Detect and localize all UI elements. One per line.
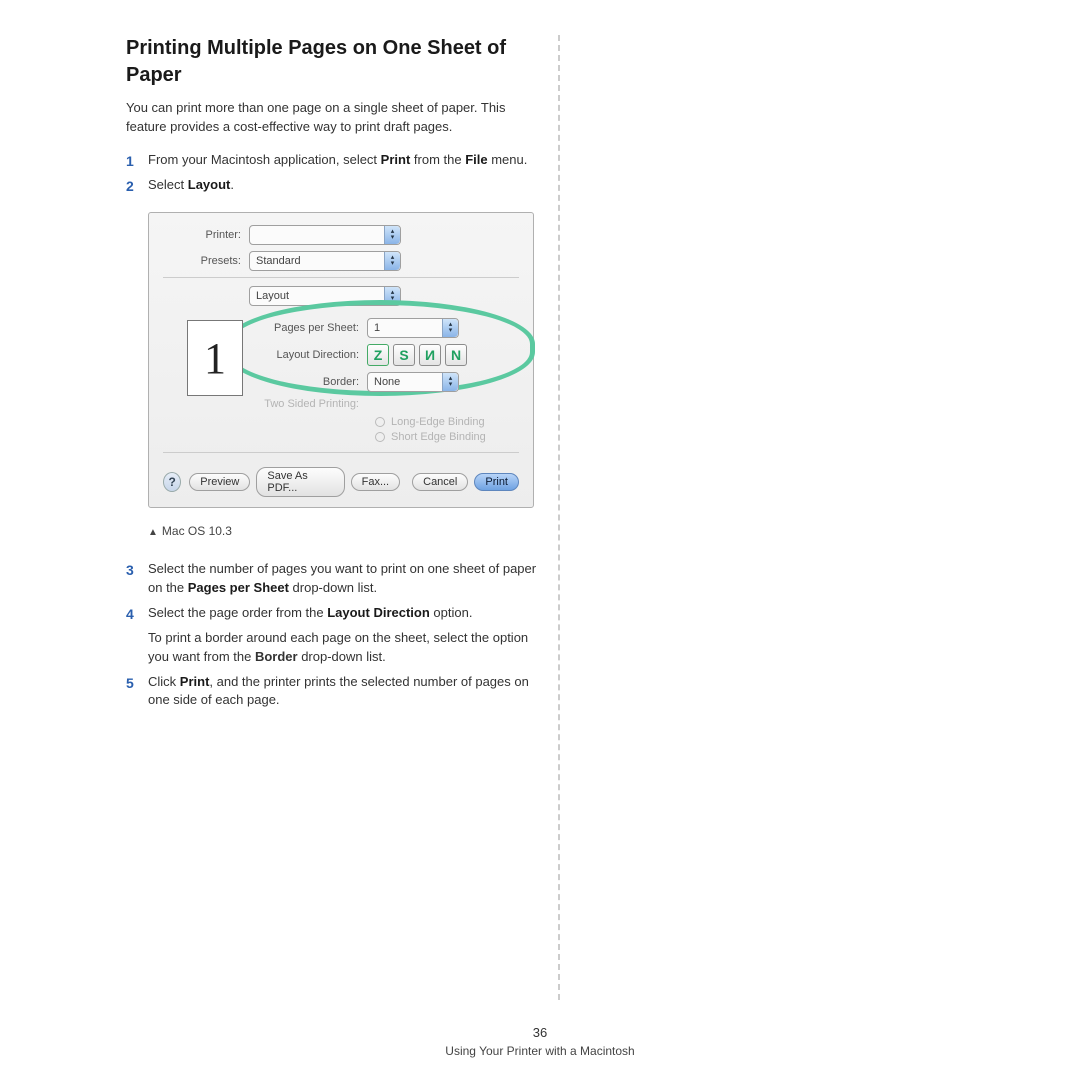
steps-list: 1 From your Macintosh application, selec…: [126, 151, 544, 195]
step-text: Click Print, and the printer prints the …: [148, 674, 529, 708]
triangle-icon: ▲: [148, 527, 158, 538]
layout-direction-label: Layout Direction:: [257, 349, 367, 361]
section-value: Layout: [256, 290, 289, 302]
section-select[interactable]: Layout ▴▾: [249, 286, 401, 306]
two-sided-label: Two Sided Printing:: [257, 398, 367, 410]
print-button[interactable]: Print: [474, 473, 519, 491]
footer-text: Using Your Printer with a Macintosh: [0, 1044, 1080, 1058]
stepper-icon: ▴▾: [442, 373, 458, 391]
step-number: 2: [126, 176, 134, 196]
pages-per-sheet-value: 1: [374, 322, 380, 334]
printer-select[interactable]: ▴▾: [249, 225, 401, 245]
step-text: Select the number of pages you want to p…: [148, 561, 536, 595]
step-4: 4 Select the page order from the Layout …: [126, 604, 544, 667]
step-number: 4: [126, 604, 134, 624]
stepper-icon: ▴▾: [384, 226, 400, 244]
page-footer: 36 Using Your Printer with a Macintosh: [0, 1025, 1080, 1058]
step-3: 3 Select the number of pages you want to…: [126, 560, 544, 598]
radio-long-edge: Long-Edge Binding: [375, 416, 519, 428]
steps-list-continued: 3 Select the number of pages you want to…: [126, 560, 544, 710]
step-2: 2 Select Layout.: [126, 176, 544, 195]
stepper-icon: ▴▾: [384, 252, 400, 270]
radio-icon: [375, 432, 385, 442]
screenshot-caption: ▲Mac OS 10.3: [148, 524, 544, 538]
step-1: 1 From your Macintosh application, selec…: [126, 151, 544, 170]
fax-button[interactable]: Fax...: [351, 473, 401, 491]
stepper-icon: ▴▾: [384, 287, 400, 305]
page-number: 36: [0, 1025, 1080, 1040]
presets-select[interactable]: Standard ▴▾: [249, 251, 401, 271]
print-dialog-screenshot: Printer: ▴▾ Presets: Standard ▴▾ Layout …: [148, 212, 534, 508]
pages-per-sheet-select[interactable]: 1 ▴▾: [367, 318, 459, 338]
help-icon[interactable]: ?: [163, 472, 181, 492]
page-title: Printing Multiple Pages on One Sheet of …: [126, 35, 544, 89]
printer-label: Printer:: [163, 229, 249, 241]
column-divider: [558, 35, 560, 1000]
step-subtext: To print a border around each page on th…: [148, 629, 544, 667]
step-text: Select the page order from the Layout Di…: [148, 605, 472, 620]
step-text: Select Layout.: [148, 177, 234, 192]
step-text: From your Macintosh application, select …: [148, 152, 527, 167]
pages-per-sheet-label: Pages per Sheet:: [257, 322, 367, 334]
border-select[interactable]: None ▴▾: [367, 372, 459, 392]
presets-label: Presets:: [163, 255, 249, 267]
step-5: 5 Click Print, and the printer prints th…: [126, 673, 544, 711]
layout-direction-option-1[interactable]: Z: [367, 344, 389, 366]
border-value: None: [374, 376, 400, 388]
layout-direction-option-4[interactable]: N: [445, 344, 467, 366]
page-preview-icon: 1: [187, 320, 243, 396]
step-number: 5: [126, 673, 134, 693]
stepper-icon: ▴▾: [442, 319, 458, 337]
radio-icon: [375, 417, 385, 427]
step-number: 3: [126, 560, 134, 580]
cancel-button[interactable]: Cancel: [412, 473, 468, 491]
layout-direction-option-3[interactable]: И: [419, 344, 441, 366]
step-number: 1: [126, 151, 134, 171]
preview-button[interactable]: Preview: [189, 473, 250, 491]
intro-text: You can print more than one page on a si…: [126, 99, 544, 137]
radio-short-edge: Short Edge Binding: [375, 431, 519, 443]
layout-direction-option-2[interactable]: S: [393, 344, 415, 366]
save-as-pdf-button[interactable]: Save As PDF...: [256, 467, 344, 497]
presets-value: Standard: [256, 255, 301, 267]
border-label: Border:: [257, 376, 367, 388]
